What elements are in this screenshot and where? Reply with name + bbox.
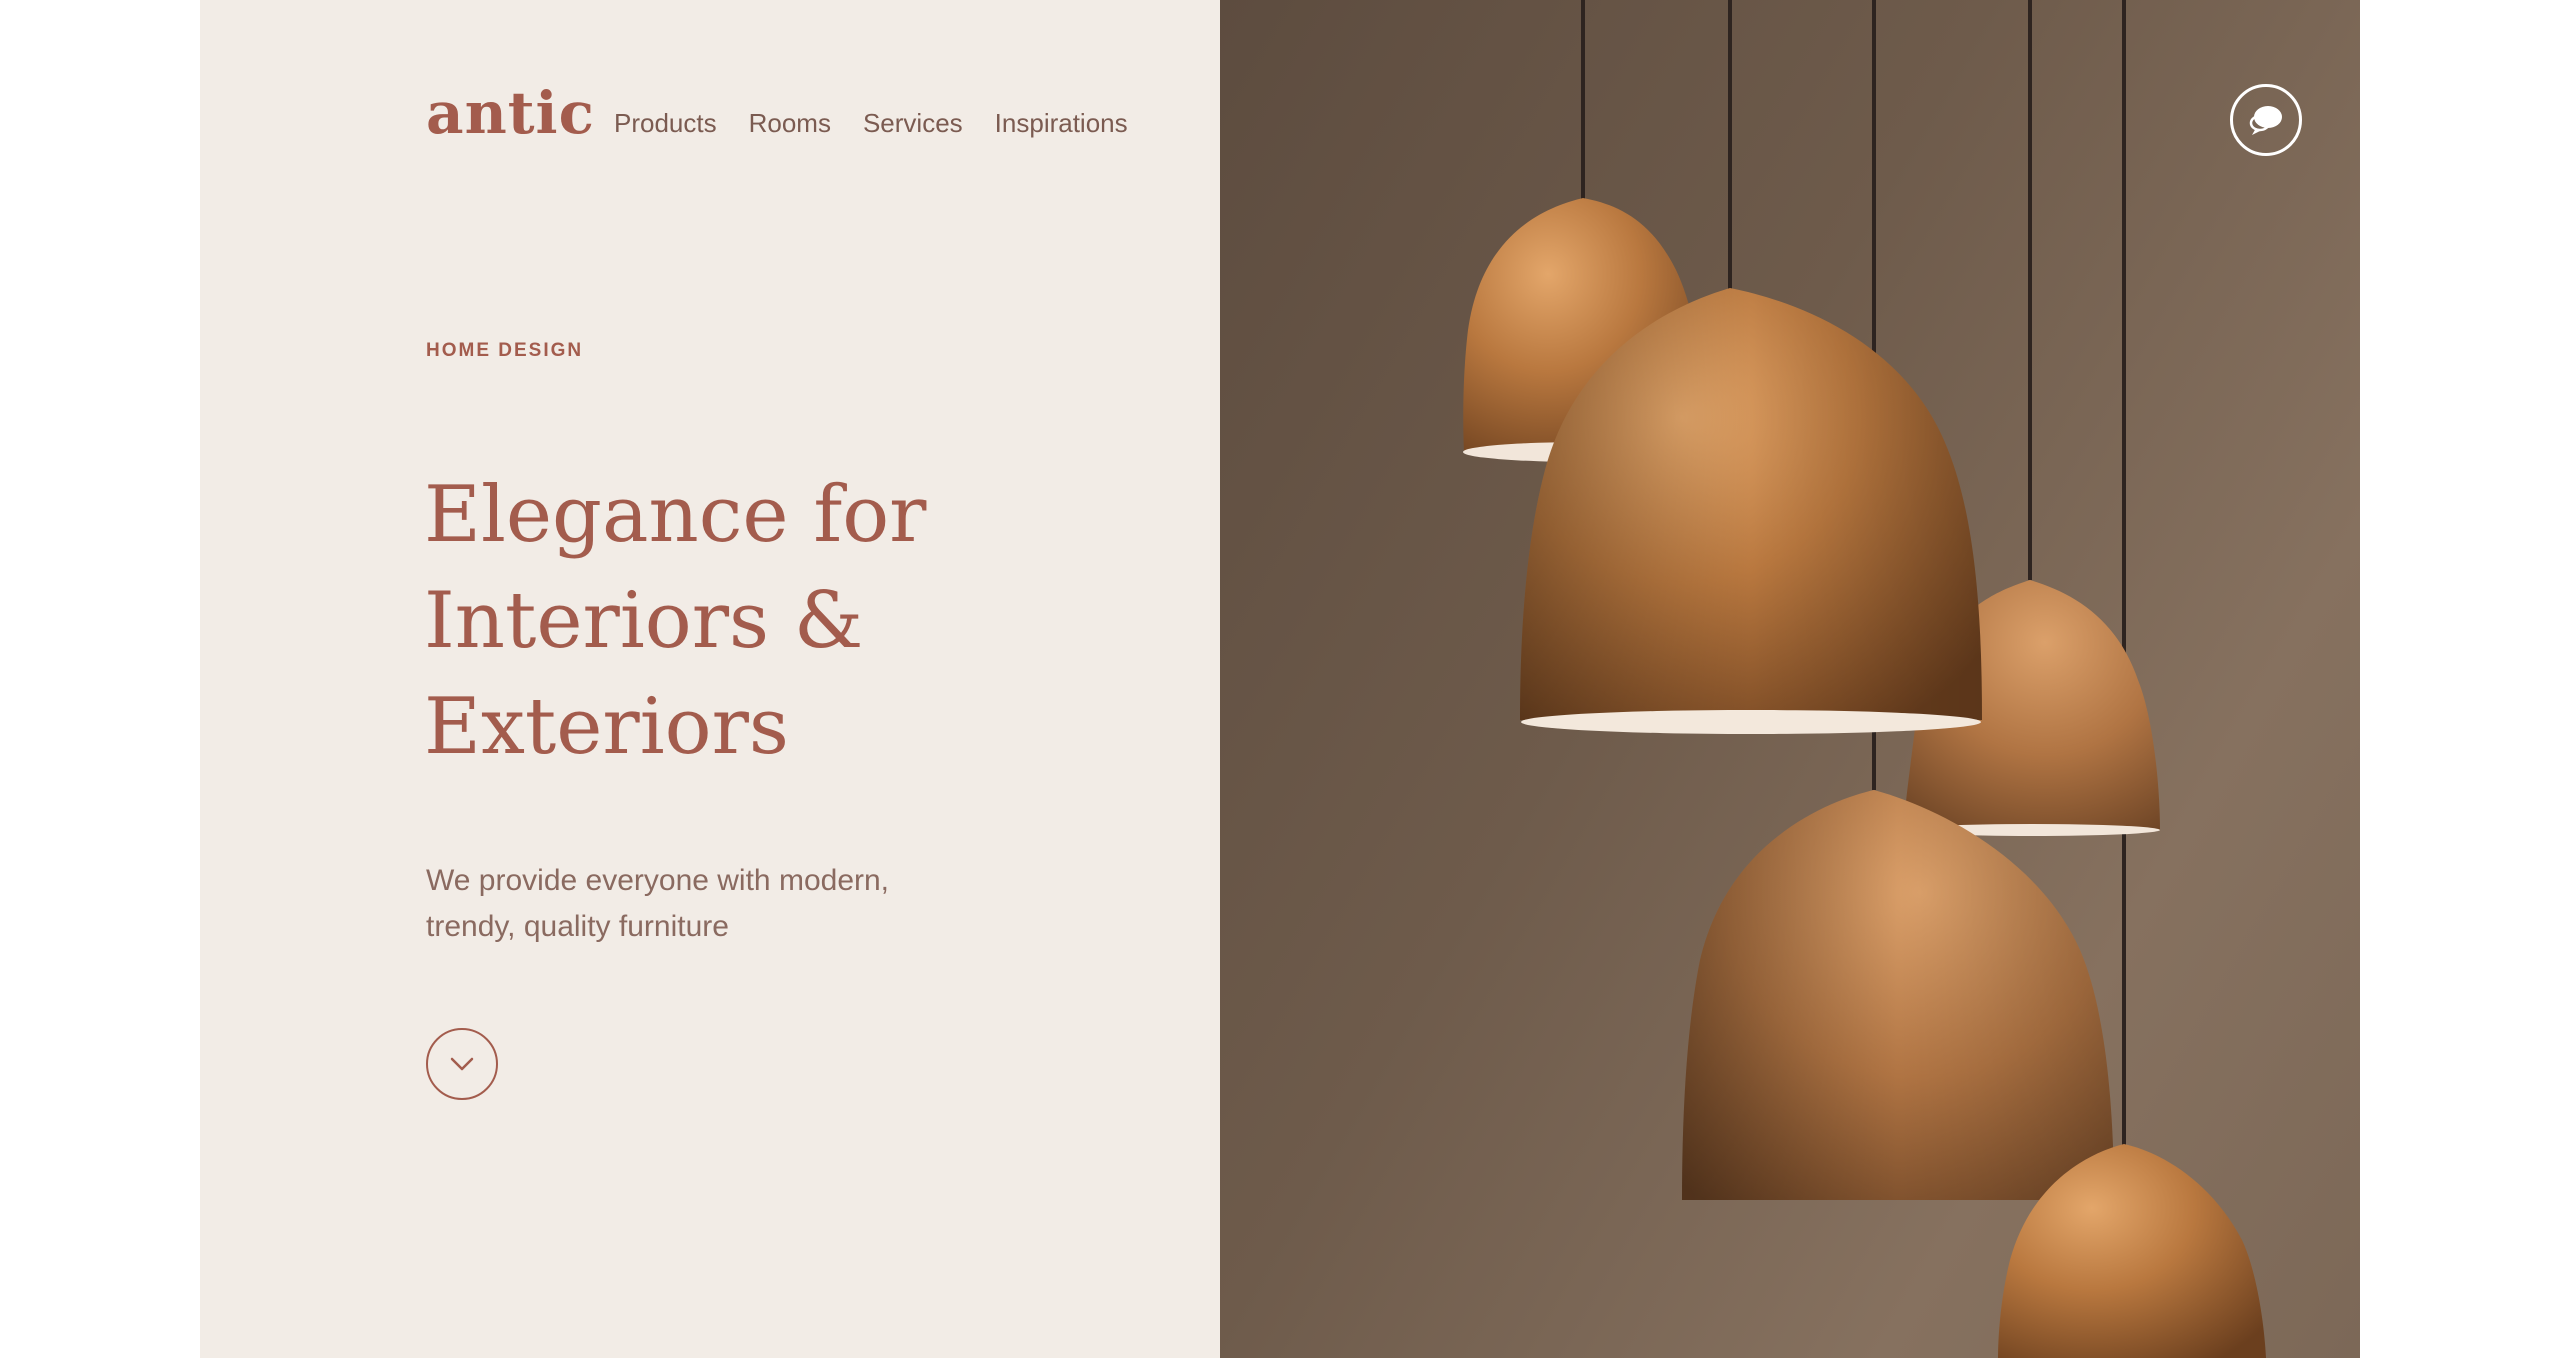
scroll-down-button[interactable] (426, 1028, 498, 1100)
hero-eyebrow: HOME DESIGN (426, 340, 584, 361)
nav-item-products[interactable]: Products (614, 108, 717, 139)
hero-headline: Elegance for Interiors & Exteriors (424, 462, 1124, 780)
main-nav: Products Rooms Services Inspirations (614, 108, 1128, 139)
subtitle-line-1: We provide everyone with modern, (426, 864, 890, 897)
chevron-down-icon (450, 1057, 474, 1071)
headline-line-1: Elegance for (424, 470, 927, 560)
brand-logo[interactable]: antic (426, 84, 595, 142)
chat-button[interactable] (2230, 84, 2302, 156)
nav-item-inspirations[interactable]: Inspirations (995, 108, 1128, 139)
nav-item-services[interactable]: Services (863, 108, 963, 139)
lamp-4 (1682, 790, 2114, 1200)
subtitle-line-2: trendy, quality furniture (426, 910, 729, 943)
hero-image-panel (1220, 0, 2360, 1358)
chat-bubbles-icon (2249, 106, 2282, 135)
hero-subtitle: We provide everyone with modern, trendy,… (426, 858, 986, 950)
page-frame: antic Products Rooms Services Inspiratio… (200, 0, 2360, 1358)
pendant-lamps-photo (1463, 0, 2266, 1358)
headline-line-3: Exteriors (424, 682, 789, 772)
headline-line-2: Interiors & (424, 576, 864, 666)
nav-item-rooms[interactable]: Rooms (749, 108, 831, 139)
hero-content-panel: antic Products Rooms Services Inspiratio… (200, 0, 1220, 1358)
